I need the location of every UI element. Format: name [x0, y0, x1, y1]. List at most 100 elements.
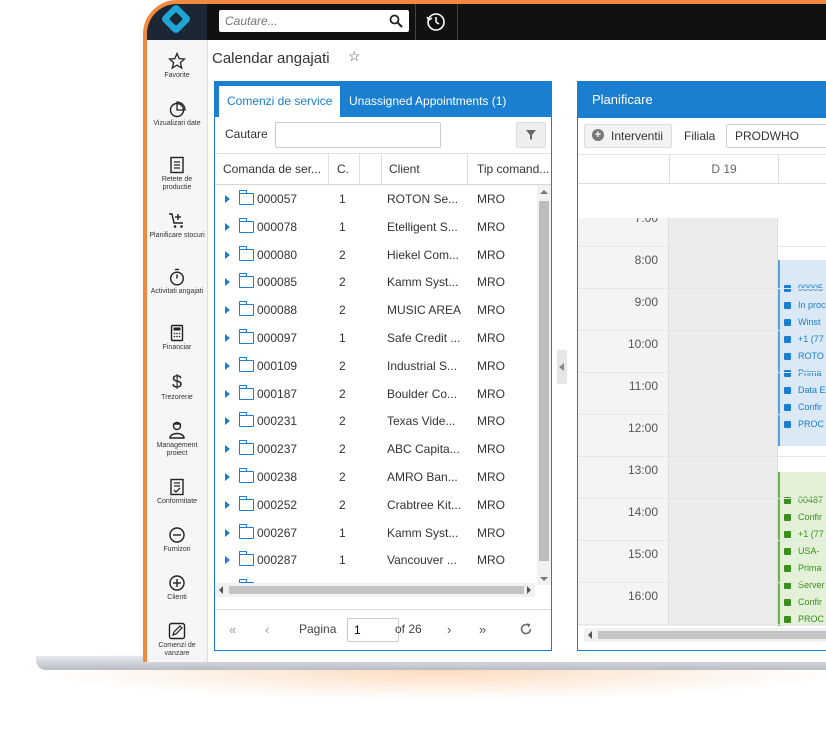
client-name: Boulder Co... — [387, 386, 458, 401]
order-number[interactable]: 000078 — [257, 213, 327, 241]
branch-select[interactable]: PRODWHO — [726, 124, 826, 148]
next-page-icon[interactable]: › — [447, 622, 451, 637]
expand-caret-icon[interactable] — [225, 528, 230, 537]
expand-caret-icon[interactable] — [225, 361, 230, 370]
sidebar-item-financial[interactable]: Financiar — [147, 324, 207, 352]
scrollbar-thumb[interactable] — [229, 586, 524, 594]
expand-caret-icon[interactable] — [225, 389, 230, 398]
expand-caret-icon[interactable] — [225, 334, 230, 342]
order-number[interactable]: 000287 — [257, 546, 327, 574]
tab-unassigned-appointments[interactable]: Unassigned Appointments (1) — [341, 86, 514, 117]
collapse-panel-handle[interactable] — [557, 350, 567, 384]
expand-caret-icon[interactable] — [225, 500, 230, 509]
expand-caret-icon[interactable] — [225, 222, 230, 231]
column-header-order-type[interactable]: Tip comand... — [469, 154, 553, 184]
column-header-c[interactable]: C. — [329, 154, 360, 184]
table-row[interactable]: 000287 1 Vancouver ... MRO — [215, 546, 535, 574]
sidebar-item-employee-activities[interactable]: Activitati angajati — [147, 268, 207, 296]
order-number[interactable]: 000267 — [257, 519, 327, 547]
column-header-client[interactable]: Client — [381, 154, 468, 184]
table-row[interactable]: 000057 1 ROTON Se... MRO — [215, 185, 535, 213]
scrollbar-thumb[interactable] — [598, 631, 826, 639]
sidebar-item-recipes[interactable]: Retete de productie — [147, 156, 207, 192]
table-row[interactable]: 000085 2 Kamm Syst... MRO — [215, 268, 535, 296]
search-icon[interactable] — [389, 14, 403, 28]
sidebar-item-favorite[interactable]: Favorite — [147, 52, 207, 80]
sidebar-item-compliance[interactable]: Conformitate — [147, 478, 207, 506]
order-number[interactable]: 000109 — [257, 352, 327, 380]
day-column[interactable] — [669, 218, 778, 626]
scrollbar-thumb[interactable] — [539, 201, 549, 561]
order-number[interactable]: 000085 — [257, 268, 327, 296]
calendar-horizontal-scrollbar[interactable] — [584, 628, 826, 642]
sidebar-item-suppliers[interactable]: Furnizori — [147, 526, 207, 554]
table-row[interactable]: 000109 2 Industrial S... MRO — [215, 352, 535, 380]
table-row[interactable]: 000187 2 Boulder Co... MRO — [215, 380, 535, 408]
vertical-scrollbar[interactable] — [537, 185, 551, 585]
table-row[interactable]: 000080 2 Hiekel Com... MRO — [215, 241, 535, 269]
order-number[interactable]: 000080 — [257, 241, 327, 269]
column-header-order[interactable]: Comanda de ser... — [215, 154, 329, 184]
expand-caret-icon[interactable] — [225, 556, 230, 565]
expand-caret-icon[interactable] — [225, 445, 230, 454]
order-number[interactable]: 000097 — [257, 324, 327, 352]
scroll-right-icon[interactable] — [523, 583, 535, 597]
filter-button[interactable] — [516, 122, 546, 148]
sidebar-item-data-views[interactable]: Vizualizari date — [147, 100, 207, 128]
table-row[interactable]: 000231 2 Texas Vide... MRO — [215, 407, 535, 435]
search-input[interactable] — [219, 10, 391, 32]
page-number-input[interactable] — [347, 618, 399, 642]
table-row[interactable]: 000237 2 ABC Capita... MRO — [215, 435, 535, 463]
interventions-button[interactable]: Interventii — [584, 124, 673, 148]
sidebar-item-stock-planning[interactable]: Planificare stocuri — [147, 212, 207, 240]
order-number[interactable]: 000237 — [257, 435, 327, 463]
table-row[interactable]: 000078 1 Etelligent S... MRO — [215, 213, 535, 241]
table-row[interactable]: 000267 1 Kamm Syst... MRO — [215, 519, 535, 547]
stopwatch-icon — [169, 268, 185, 286]
scroll-left-icon[interactable] — [215, 583, 227, 597]
previous-page-icon[interactable]: ‹ — [265, 622, 269, 637]
table-row[interactable]: 000238 2 AMRO Ban... MRO — [215, 463, 535, 491]
refresh-icon[interactable] — [519, 622, 533, 636]
expand-caret-icon[interactable] — [225, 306, 230, 315]
expand-caret-icon[interactable] — [225, 473, 230, 481]
page-label: Pagina — [299, 622, 337, 636]
client-name: Safe Credit ... — [387, 331, 461, 345]
sidebar-item-clients[interactable]: Clienti — [147, 574, 207, 602]
table-row[interactable]: 000097 1 Safe Credit ... MRO — [215, 324, 535, 352]
scroll-down-icon[interactable] — [537, 573, 551, 585]
filter-input[interactable] — [275, 122, 441, 148]
order-number[interactable]: 000187 — [257, 380, 327, 408]
tab-service-orders[interactable]: Comenzi de service — [219, 86, 341, 117]
history-icon[interactable] — [423, 9, 449, 35]
scroll-left-icon[interactable] — [584, 628, 596, 642]
order-number[interactable]: 000057 — [257, 185, 327, 213]
expand-caret-icon[interactable] — [225, 278, 230, 287]
horizontal-scrollbar[interactable] — [215, 583, 535, 597]
column-header-blank[interactable] — [360, 154, 382, 184]
app-logo[interactable] — [147, 4, 207, 40]
order-number[interactable]: 000252 — [257, 491, 327, 519]
table-row[interactable]: 000088 2 MUSIC AREA MRO — [215, 296, 535, 324]
topbar-divider — [457, 4, 458, 40]
order-number[interactable]: 000088 — [257, 296, 327, 324]
expand-caret-icon[interactable] — [225, 195, 230, 203]
order-count: 2 — [339, 247, 346, 262]
day-column-header[interactable]: D 19 — [669, 155, 779, 183]
table-row[interactable]: 000252 2 Crabtree Kit... MRO — [215, 491, 535, 519]
recipe-icon — [170, 156, 184, 174]
favorite-star-icon[interactable]: ☆ — [348, 48, 361, 65]
appointment-card[interactable]: 004 00487 Confir +1 (77 USA- Prima Server Conf… — [778, 472, 826, 626]
last-page-icon[interactable]: » — [479, 622, 486, 637]
pie-chart-icon — [169, 101, 186, 118]
scroll-up-icon[interactable] — [537, 186, 551, 198]
sidebar-item-treasury[interactable]: $ Trezorerie — [147, 372, 207, 402]
expand-caret-icon[interactable] — [225, 250, 230, 259]
order-number[interactable]: 000238 — [257, 463, 327, 491]
first-page-icon[interactable]: « — [229, 622, 236, 637]
sidebar-item-sales-orders[interactable]: Comenzi de vanzare — [147, 622, 207, 658]
expand-caret-icon[interactable] — [225, 417, 230, 426]
time-column: 7:00 8:00 9:00 10:00 11:00 12:00 13:00 14:00 15:… — [578, 218, 669, 626]
order-number[interactable]: 000231 — [257, 407, 327, 435]
sidebar-item-project-management[interactable]: Management proiect — [147, 420, 207, 458]
